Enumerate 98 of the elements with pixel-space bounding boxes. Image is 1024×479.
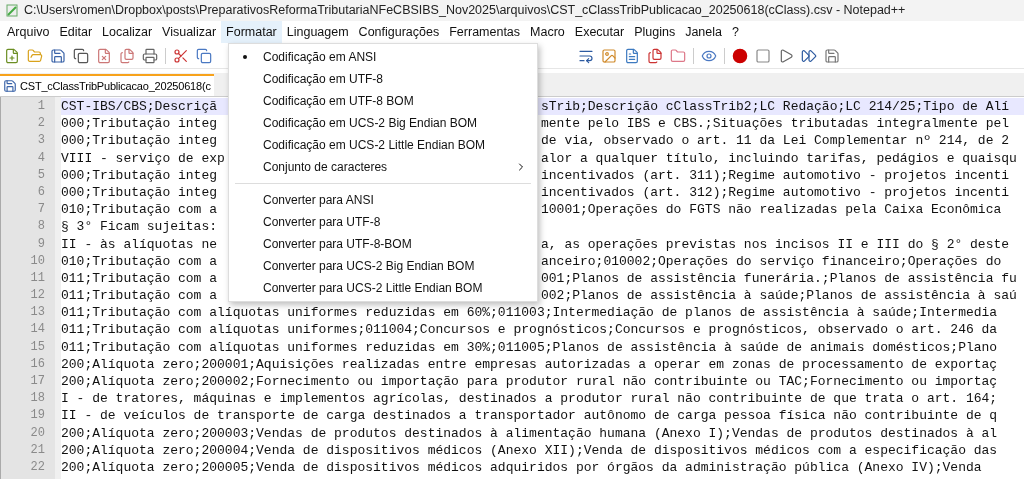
code-text: II - de veículos de transporte de carga destinados a transportador autônomo de carga pessoa física não contribuinte de q: [61, 408, 998, 424]
save-icon: [3, 79, 17, 93]
line-number: 5: [36, 166, 46, 184]
menu-item[interactable]: Configurações: [353, 21, 445, 43]
menu-option[interactable]: Codificação em UCS-2 Big Endian BOM: [229, 112, 537, 134]
code-text: 200;Alíquota zero;200005;Venda de dispositivos médicos adquiridos por órgãos da administração pública (Anexo IV);Venda: [61, 459, 982, 475]
line-number: 1: [36, 98, 46, 115]
code-text: incentivados (art. 312);Regime automotivo - projetos incenti: [541, 184, 1010, 200]
code-text: a, as operações previstas nos incisos II e III do § 2° deste: [541, 236, 1010, 252]
line-number: 3: [36, 132, 46, 150]
line-number: 7: [36, 201, 46, 219]
code-text: 000;Tributação integ: [61, 184, 218, 200]
new-file-icon[interactable]: [4, 47, 20, 64]
app-icon: [6, 4, 18, 17]
menu-item[interactable]: Visualizar: [157, 21, 222, 43]
menu-option[interactable]: Codificação em UTF-8 BOM: [229, 90, 537, 112]
line-number: 6: [36, 183, 46, 201]
save-icon[interactable]: [50, 47, 66, 64]
code-text: 010;Tributação com a: [61, 202, 218, 218]
menu-item[interactable]: Executar: [569, 21, 630, 43]
line-number: 19: [29, 407, 46, 425]
line-number: 14: [29, 321, 46, 339]
document-icon[interactable]: [624, 47, 640, 64]
menu-item[interactable]: Plugins: [629, 21, 681, 43]
record-icon[interactable]: [732, 47, 748, 64]
print-icon[interactable]: [142, 47, 158, 64]
code-text: 011;Tributação com alíquotas uniformes reduzidas em 60%;011003;Intermediação de planos de assistência à saúde;Intermedia: [61, 305, 998, 321]
code-text: 000;Tributação integ: [61, 167, 218, 183]
menu-option[interactable]: Converter para UCS-2 Big Endian BOM: [229, 255, 537, 277]
line-number: 20: [29, 424, 46, 442]
menu-item[interactable]: Macro: [525, 21, 570, 43]
menu-item[interactable]: ?: [727, 21, 744, 43]
code-text: I - de tratores, máquinas e implementos agrícolas, destinados a produtor rural não contribuinte de que trata o art. 164;: [61, 391, 998, 407]
code-text: 011;Tributação com a: [61, 288, 218, 304]
window-title: C:\Users\romen\Dropbox\posts\PreparativosReformaTributariaNFeCBSIBS_Nov2025\arquivos\CST_cClassTribPublicacao_20250618(cClass).csv - Notepad++: [24, 2, 906, 20]
line-number: 2: [36, 115, 46, 133]
menu-option[interactable]: Codificação em UCS-2 Little Endian BOM: [229, 134, 537, 156]
menu-item[interactable]: Localizar: [97, 21, 158, 43]
line-number: 16: [29, 355, 46, 373]
code-text: II - às alíquotas ne: [61, 236, 218, 252]
line-number: 9: [36, 235, 46, 253]
save-macro-icon[interactable]: [824, 47, 840, 64]
code-text: 011;Tributação com alíquotas uniformes reduzidas em 30%;011005;Planos de assistência à saúde de animais domésticos;Plano: [61, 339, 998, 355]
menu-option[interactable]: Converter para UCS-2 Little Endian BOM: [229, 277, 537, 299]
code-text: alor a qualquer título, incluindo tarifas, pedágios e quaisqu: [541, 150, 1017, 166]
line-number: 15: [29, 338, 46, 356]
code-text: 200;Alíquota zero;200001;Aquisições realizadas entre empresas autorizadas a operar em zonas de processamento de exportaç: [61, 356, 998, 372]
menu-item[interactable]: Linguagem: [281, 21, 354, 43]
code-text: 200;Alíquota zero;200003;Vendas de produtos destinados à alimentação humana (Anexo I);Vendas de produtos destinados à al: [61, 425, 998, 441]
code-text: 011;Tributação com a: [61, 270, 218, 286]
menu-item[interactable]: Arquivo: [2, 21, 55, 43]
code-text: anceiro;010002;Operações do serviço financeiro;Operações do: [541, 253, 1002, 269]
image-icon[interactable]: [601, 47, 617, 64]
code-text: 000;Tributação integ: [61, 116, 218, 132]
menu-option[interactable]: Codificação em ANSI: [229, 46, 537, 68]
menu-option[interactable]: Conjunto de caracteres: [229, 156, 537, 178]
line-number: 10: [29, 252, 46, 270]
cut-icon[interactable]: [173, 47, 189, 64]
play-icon[interactable]: [778, 47, 794, 64]
menu-item[interactable]: Janela: [680, 21, 727, 43]
code-text: sTrib;Descrição cClassTrib2;LC Redação;LC 214/25;Tipo de Alí: [541, 99, 1010, 114]
code-text: 010;Tributação com a: [61, 253, 218, 269]
code-text: de via, observado o art. 11 da Lei Complementar nº 214, de 2: [541, 133, 1010, 149]
close-file-icon[interactable]: [96, 47, 112, 64]
line-number: 18: [29, 390, 46, 408]
code-text: 001;Planos de assistência funerária.;Planos de assistência fu: [541, 270, 1017, 286]
line-number: 11: [29, 269, 46, 287]
code-text: 002;Planos de assistência à saúde;Planos de assistência à saú: [541, 288, 1017, 304]
code-text: CST-IBS/CBS;Descriçã: [61, 99, 218, 114]
code-text: 200;Alíquota zero;200004;Venda de dispositivos médicos (Anexo XII);Venda de dispositivos médicos com a especificação das: [61, 442, 998, 458]
line-number: 13: [29, 304, 46, 322]
menu-item[interactable]: Editar: [54, 21, 98, 43]
line-number: 22: [29, 458, 46, 476]
menu-option[interactable]: Converter para UTF-8: [229, 211, 537, 233]
code-text: 000;Tributação integ: [61, 133, 218, 149]
line-number: 8: [36, 218, 46, 236]
code-text: 011;Tributação com alíquotas uniformes;011004;Concursos e prognósticos;Concursos e prognósticos, observado o art. 246 da: [61, 322, 998, 338]
code-text: VIII - serviço de exp: [61, 150, 225, 166]
fast-forward-icon[interactable]: [801, 47, 817, 64]
code-text: § 3° Ficam sujeitas:: [61, 219, 218, 235]
copy-icon[interactable]: [196, 47, 212, 64]
menu-option[interactable]: Converter para UTF-8-BOM: [229, 233, 537, 255]
menu-option[interactable]: Codificação em UTF-8: [229, 68, 537, 90]
line-number: 21: [29, 441, 46, 459]
line-number: 12: [29, 287, 46, 305]
open-folder-icon[interactable]: [27, 47, 43, 64]
line-number: 17: [29, 373, 46, 390]
code-text: 200;Alíquota zero;200002;Fornecimento ou importação para produtor rural não contribuinte ou TAC;Fornecimento ou importaç: [61, 374, 998, 389]
file-tab[interactable]: CST_cClassTribPublicacao_20250618(c: [0, 74, 214, 96]
code-text: incentivados (art. 311);Regime automotivo - projetos incenti: [541, 167, 1010, 183]
menu-item[interactable]: Ferramentas: [444, 21, 526, 43]
documents-icon[interactable]: [647, 47, 663, 64]
code-text: mente pelo IBS e CBS.;Situações tributadas integralmente pel: [541, 116, 1010, 132]
folder-icon[interactable]: [670, 47, 686, 64]
menu-item[interactable]: Formatar: [221, 21, 282, 43]
menu-option[interactable]: Converter para ANSI: [229, 189, 537, 211]
line-number: 4: [36, 149, 46, 167]
code-text: 10001;Operações do FGTS não realizadas pela Caixa Econômica: [541, 202, 1002, 218]
